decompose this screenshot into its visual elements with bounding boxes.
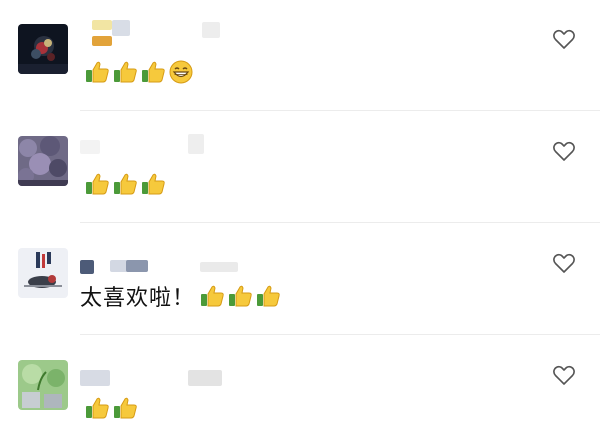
thumbs-up-icon	[227, 283, 253, 309]
like-heart-icon[interactable]	[552, 140, 576, 162]
divider	[80, 222, 600, 223]
comment-item	[0, 0, 600, 112]
thumbs-up-icon	[199, 283, 225, 309]
thumbs-up-icon	[84, 59, 110, 85]
avatar[interactable]	[18, 136, 68, 186]
avatar[interactable]	[18, 24, 68, 74]
comment-item: 太喜欢啦！	[0, 224, 600, 336]
thumbs-up-icon	[112, 59, 138, 85]
thumbs-up-icon	[112, 171, 138, 197]
thumbs-up-icon	[255, 283, 281, 309]
like-heart-icon[interactable]	[552, 252, 576, 274]
username-pixelated	[80, 20, 250, 46]
comment-item	[0, 336, 600, 448]
username-pixelated	[80, 134, 250, 160]
thumbs-up-icon	[84, 171, 110, 197]
grinning-face-icon	[168, 59, 194, 85]
comment-body	[80, 58, 196, 86]
avatar[interactable]	[18, 360, 68, 410]
username-pixelated	[80, 364, 250, 390]
thumbs-up-icon	[112, 395, 138, 421]
like-heart-icon[interactable]	[552, 28, 576, 50]
comment-body: 太喜欢啦！	[80, 282, 283, 311]
comment-body	[80, 170, 168, 198]
username-pixelated	[80, 248, 250, 274]
thumbs-up-icon	[84, 395, 110, 421]
comment-body	[80, 394, 140, 422]
divider	[80, 334, 600, 335]
avatar[interactable]	[18, 248, 68, 298]
thumbs-up-icon	[140, 59, 166, 85]
comment-item	[0, 112, 600, 224]
comment-text: 太喜欢啦！	[80, 286, 196, 311]
thumbs-up-icon	[140, 171, 166, 197]
divider	[80, 110, 600, 111]
like-heart-icon[interactable]	[552, 364, 576, 386]
